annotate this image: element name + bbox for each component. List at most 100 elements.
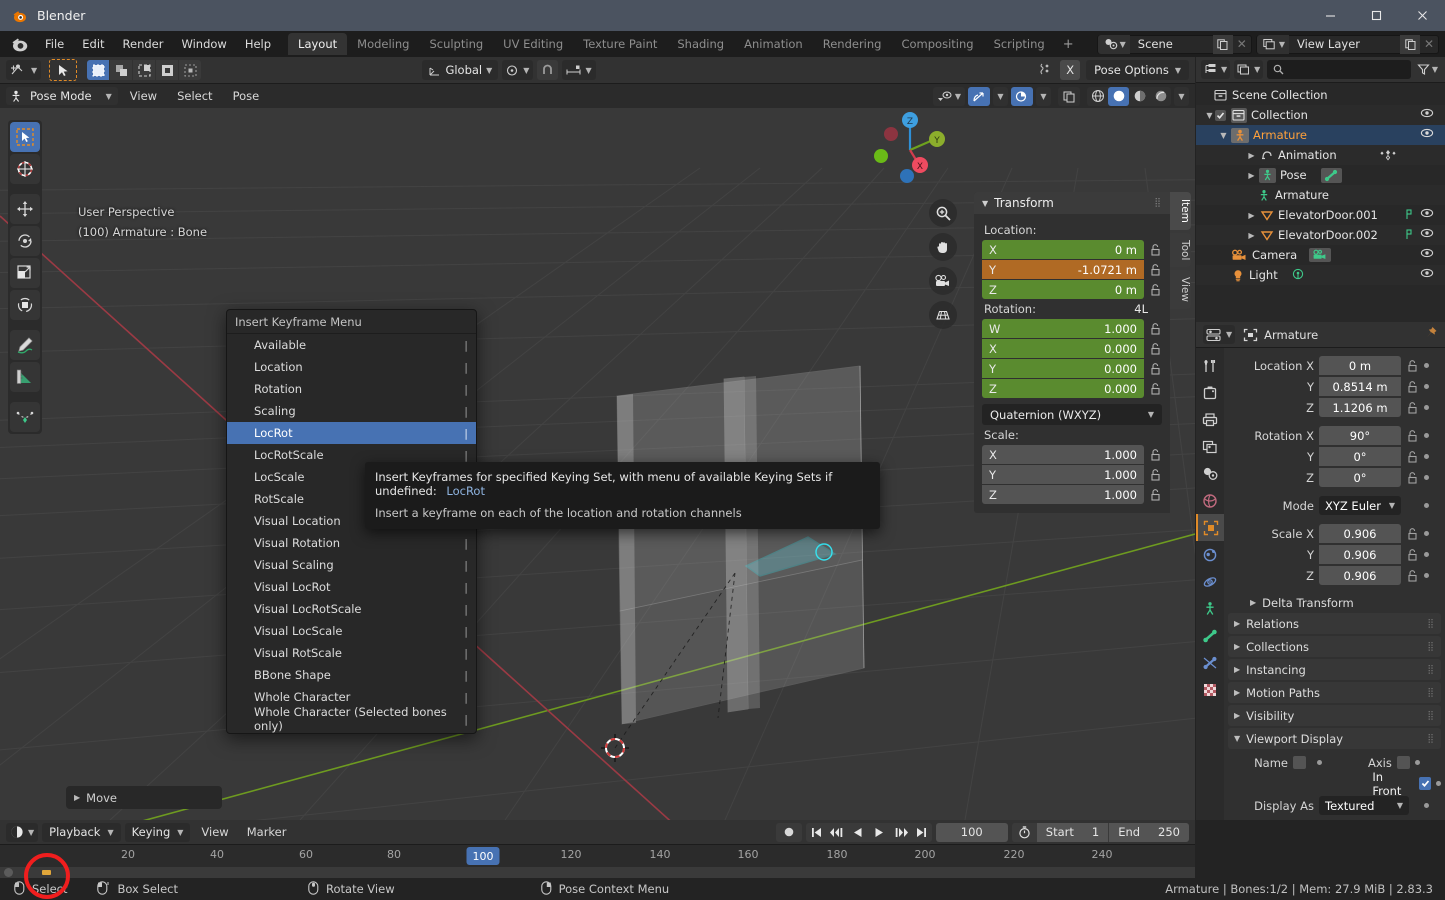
properties-tab-modifiers[interactable] (1196, 541, 1224, 568)
properties-tab-bone-constraint[interactable] (1196, 649, 1224, 676)
keyframe-menu-item-scaling[interactable]: Scaling | (227, 400, 476, 422)
lock-rotation-y-icon[interactable] (1149, 362, 1162, 376)
outliner-row-pose[interactable]: ▶ Pose (1196, 165, 1445, 185)
outliner-row-camera[interactable]: Camera (1196, 245, 1445, 265)
keyframe-marker[interactable] (42, 870, 51, 875)
prop-value-location-z[interactable]: 1.1206 m (1319, 398, 1401, 417)
3d-viewport[interactable]: Pose Mode ▼ View Select Pose ▼ ▼ ▼ ▼ Use… (0, 84, 1195, 820)
prop-panel-delta-transform[interactable]: ▶ Delta Transform (1228, 592, 1441, 613)
prop-panel-relations[interactable]: ▶ Relations ⣿ (1228, 613, 1441, 634)
display-as-dropdown[interactable]: Textured ▼ (1319, 796, 1409, 815)
view-layer-icon[interactable]: ▼ (1256, 34, 1289, 54)
animate-property-dot[interactable] (1424, 573, 1429, 578)
lock-icon[interactable] (1406, 569, 1419, 583)
prop-panel-motion-paths[interactable]: ▶ Motion Paths ⣿ (1228, 682, 1441, 703)
keyframe-menu-item-available[interactable]: Available | (227, 334, 476, 356)
view-layer-name[interactable]: View Layer (1289, 37, 1400, 51)
keyframe-menu-item-visual-scaling[interactable]: Visual Scaling | (227, 554, 476, 576)
animate-property-dot[interactable] (1424, 552, 1429, 557)
outliner-editor[interactable]: ▼ ▼ ▼ Scene Collection ▼ Collection ▼ Ar… (1196, 57, 1445, 322)
gizmo-toggle-button[interactable] (968, 86, 990, 106)
keyframe-menu-item-visual-locrot[interactable]: Visual LocRot | (227, 576, 476, 598)
proportional-editing-dropdown[interactable]: ▼ (562, 60, 596, 80)
play-button[interactable] (869, 823, 890, 842)
viewport-menu-select[interactable]: Select (169, 87, 220, 105)
animate-property-dot[interactable] (1424, 405, 1429, 410)
select-mode-set[interactable] (87, 60, 110, 80)
viewport-menu-pose[interactable]: Pose (225, 87, 268, 105)
add-workspace-button[interactable]: + (1055, 35, 1082, 54)
rotation-mode-dropdown[interactable]: Quaternion (WXYZ) ▼ (982, 404, 1162, 425)
animate-property-dot[interactable] (1424, 433, 1429, 438)
tool-annotate[interactable] (10, 330, 40, 360)
play-reverse-button[interactable] (848, 823, 869, 842)
xray-bones-icon[interactable] (1038, 62, 1054, 79)
select-mode-intersect[interactable] (179, 60, 202, 80)
sidebar-tab-tool[interactable]: Tool (1170, 232, 1191, 268)
lock-location-z-icon[interactable] (1149, 283, 1162, 297)
minimize-button[interactable] (1307, 0, 1353, 31)
properties-tab-texture[interactable] (1196, 676, 1224, 703)
workspace-tab-modeling[interactable]: Modeling (347, 33, 419, 55)
use-preview-range-icon[interactable] (1011, 822, 1037, 842)
blender-menu-icon[interactable] (10, 34, 30, 54)
animate-property-dot[interactable] (1424, 531, 1429, 536)
operator-redo-panel[interactable]: ▶ Move (66, 786, 222, 809)
workspace-tab-uv-editing[interactable]: UV Editing (493, 33, 573, 55)
object-visibility-dropdown[interactable]: ▼ (932, 86, 965, 106)
prop-panel-visibility[interactable]: ▶ Visibility ⣿ (1228, 705, 1441, 726)
view-layer-selector[interactable]: ▼ View Layer ✕ (1255, 34, 1439, 54)
pivot-point-dropdown[interactable]: ▼ (502, 60, 534, 80)
lock-icon[interactable] (1406, 548, 1419, 562)
expand-triangle-icon[interactable]: ▼ (1218, 131, 1229, 140)
scene-selector[interactable]: ▼ Scene ✕ (1096, 34, 1252, 54)
shading-wireframe-button[interactable] (1087, 87, 1108, 106)
remove-view-layer-button[interactable]: ✕ (1420, 35, 1438, 54)
properties-tab-object-constraints[interactable] (1196, 595, 1224, 622)
expand-triangle-icon[interactable]: ▶ (1246, 151, 1257, 160)
jump-to-start-button[interactable] (806, 823, 827, 842)
rotation-y-field[interactable]: Y 0.000 (982, 359, 1144, 378)
lock-scale-x-icon[interactable] (1149, 448, 1162, 462)
axis-checkbox[interactable] (1396, 756, 1410, 769)
keyframe-menu-item-bbone-shape[interactable]: BBone Shape | (227, 664, 476, 686)
prop-panel-instancing[interactable]: ▶ Instancing ⣿ (1228, 659, 1441, 680)
animate-property-dot[interactable] (1424, 503, 1429, 508)
start-frame-field[interactable]: Start 1 (1036, 822, 1109, 842)
tool-transform[interactable] (10, 290, 40, 320)
tool-scale[interactable] (10, 258, 40, 288)
workspace-tab-scripting[interactable]: Scripting (984, 33, 1055, 55)
expand-triangle-icon[interactable]: ▶ (1246, 171, 1257, 180)
lock-location-x-icon[interactable] (1149, 243, 1162, 257)
scene-name[interactable]: Scene (1130, 37, 1213, 51)
lock-location-y-icon[interactable] (1149, 263, 1162, 277)
shading-material-preview-button[interactable] (1129, 87, 1150, 106)
tool-cursor[interactable] (10, 154, 40, 184)
rotation-z-field[interactable]: Z 0.000 (982, 379, 1144, 398)
expand-triangle-icon[interactable]: ▶ (1246, 211, 1257, 220)
prop-panel-collections[interactable]: ▶ Collections ⣿ (1228, 636, 1441, 657)
outliner-editor-type-dropdown[interactable]: ▼ (1201, 60, 1231, 79)
new-scene-button[interactable] (1212, 34, 1233, 54)
pan-hand-icon[interactable] (929, 233, 957, 261)
animate-property-dot[interactable] (1436, 781, 1441, 786)
keyframe-menu-item-visual-locscale[interactable]: Visual LocScale | (227, 620, 476, 642)
prop-value-location-y[interactable]: 0.8514 m (1319, 377, 1401, 396)
outliner-row-armature-data[interactable]: Armature (1196, 185, 1445, 205)
scale-z-field[interactable]: Z 1.000 (982, 485, 1144, 504)
animate-property-dot[interactable] (1424, 803, 1429, 808)
timeline-menu-view[interactable]: View (194, 823, 235, 841)
transform-orientation-dropdown[interactable]: Global ▼ (422, 60, 499, 80)
snap-toggle-button[interactable] (537, 60, 559, 80)
prop-value-rotation-y[interactable]: 0° (1319, 447, 1401, 466)
visibility-eye-icon[interactable] (1420, 227, 1434, 242)
outliner-row-collection[interactable]: ▼ Collection (1196, 105, 1445, 125)
name-checkbox[interactable] (1293, 756, 1306, 769)
timeline-editor[interactable]: ▼ Playback ▼ Keying ▼ View Marker 100 St… (0, 820, 1195, 878)
expand-triangle-icon[interactable]: ▶ (1246, 231, 1257, 240)
keyframe-menu-item-visual-rotation[interactable]: Visual Rotation | (227, 532, 476, 554)
prop-value-rotation-x[interactable]: 90° (1319, 426, 1401, 445)
scale-x-field[interactable]: X 1.000 (982, 445, 1144, 464)
viewport-menu-view[interactable]: View (122, 87, 165, 105)
mode-selector-dropdown[interactable]: Pose Mode ▼ (6, 87, 118, 105)
